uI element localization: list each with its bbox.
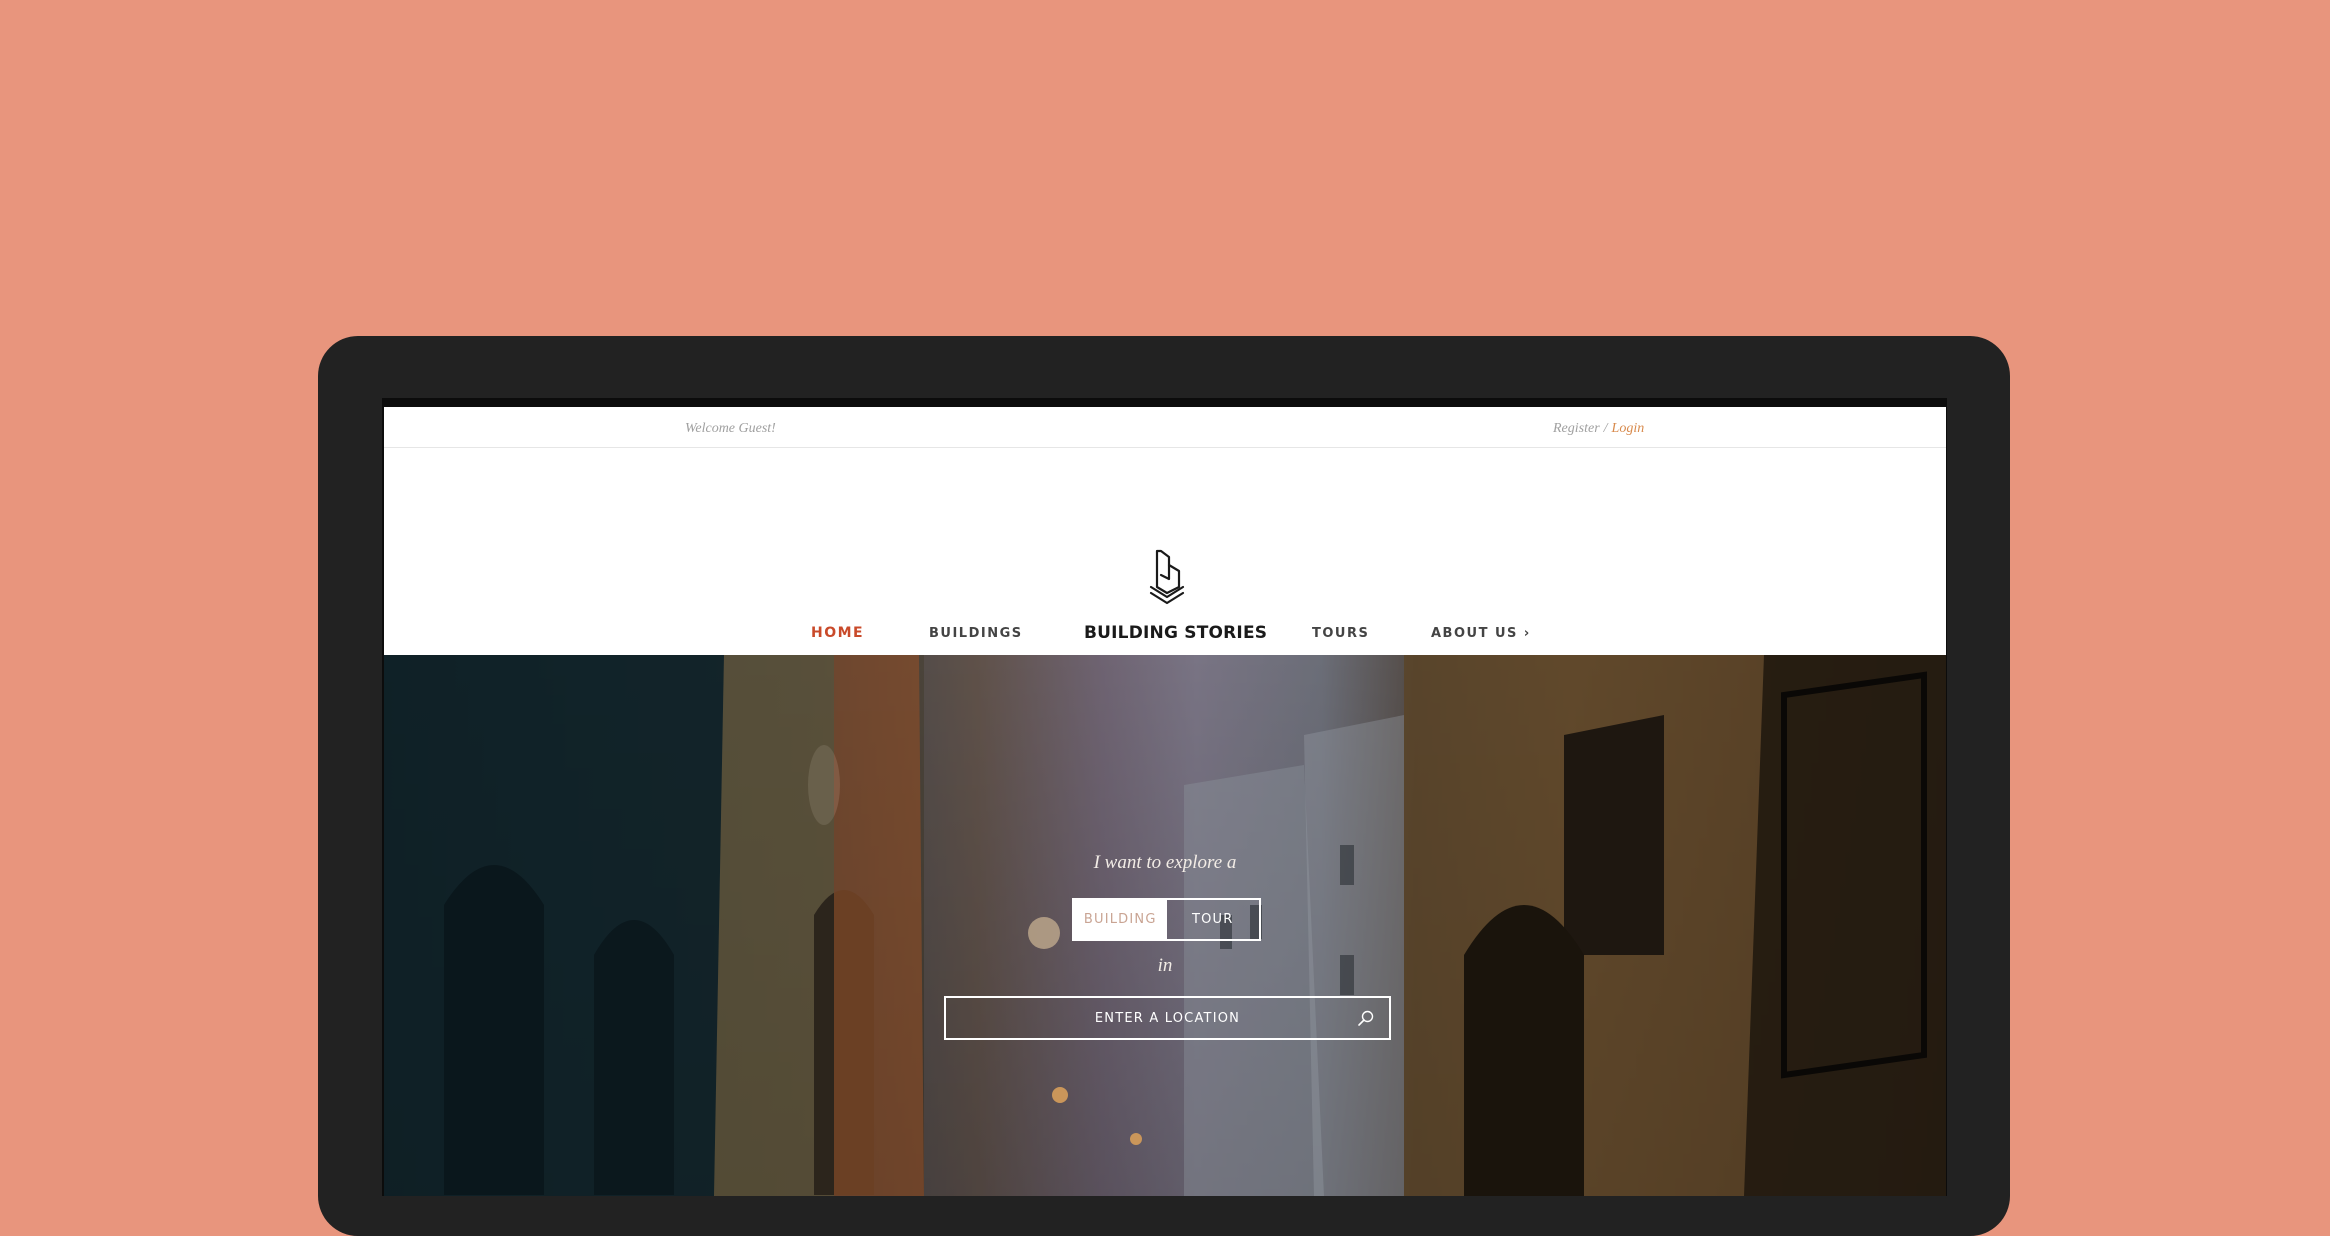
welcome-text: Welcome Guest!	[685, 421, 776, 436]
top-bar: Welcome Guest! Register / Login	[384, 407, 1946, 448]
explore-lead-text: I want to explore a	[1093, 852, 1237, 873]
explore-type-toggle: BUILDING TOUR	[1072, 898, 1261, 941]
auth-links: Register / Login	[1553, 421, 1644, 437]
location-search-placeholder: ENTER A LOCATION	[1094, 1010, 1241, 1026]
connector-text: in	[1157, 955, 1173, 976]
auth-separator: /	[1603, 421, 1608, 436]
hero-section: I want to explore a BUILDING TOUR in ENT…	[384, 655, 1946, 1196]
building-stories-logo-icon[interactable]	[1147, 549, 1187, 605]
search-icon[interactable]	[1357, 1009, 1375, 1027]
option-tour[interactable]: TOUR	[1167, 900, 1260, 939]
nav-home[interactable]: HOME	[811, 625, 864, 641]
nav-about-us[interactable]: ABOUT US ›	[1431, 626, 1531, 641]
option-building[interactable]: BUILDING	[1074, 900, 1167, 939]
brand-name[interactable]: BUILDING STORIES	[1084, 623, 1267, 643]
nav-tours[interactable]: TOURS	[1312, 626, 1369, 641]
website: Welcome Guest! Register / Login HOME BUILD…	[384, 407, 1946, 1196]
register-link[interactable]: Register	[1553, 421, 1600, 436]
nav-buildings[interactable]: BUILDINGS	[929, 626, 1023, 641]
location-search-input[interactable]: ENTER A LOCATION	[944, 996, 1391, 1040]
login-link[interactable]: Login	[1612, 421, 1645, 436]
